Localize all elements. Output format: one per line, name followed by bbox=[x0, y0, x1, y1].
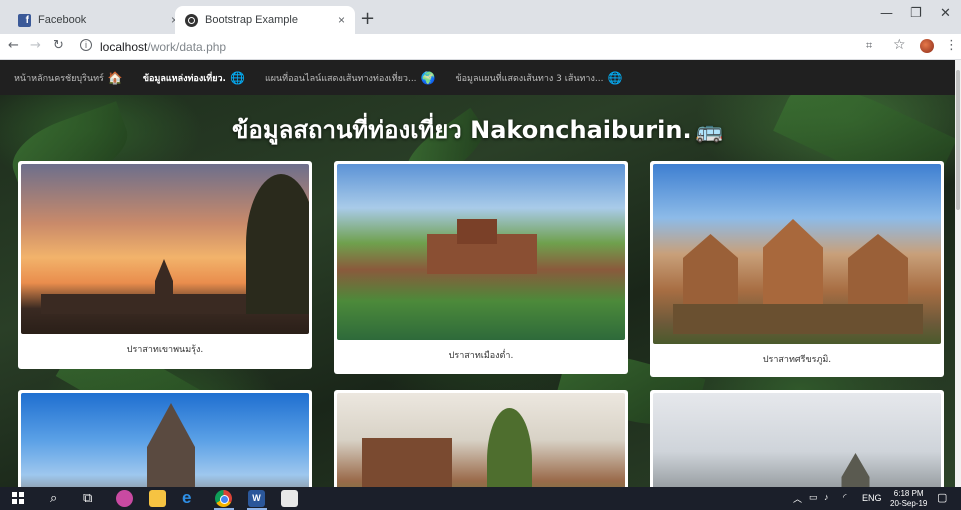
house-icon: 🏠 bbox=[107, 70, 123, 85]
nav-item-online-map[interactable]: แผนที่ออนไลน์แสดงเส้นทางท่องเที่ยว... 🌍 bbox=[265, 71, 436, 85]
language-indicator[interactable]: ENG bbox=[862, 493, 882, 503]
notepad-app-icon[interactable] bbox=[281, 490, 298, 507]
attraction-photo bbox=[653, 393, 941, 487]
restore-icon[interactable]: ❐ bbox=[910, 6, 922, 21]
nav-item-label: หน้าหลักนครชัยบุรินทร์ bbox=[14, 73, 104, 84]
tab-bootstrap-example[interactable]: Bootstrap Example × bbox=[175, 6, 355, 34]
nav-item-label: ข้อมูลแผนที่แสดงเส้นทาง 3 เส้นทาง... bbox=[455, 73, 604, 84]
mail-app-icon[interactable] bbox=[116, 490, 133, 507]
wifi-icon[interactable]: ◜ bbox=[843, 492, 847, 503]
minimize-icon[interactable]: — bbox=[880, 6, 893, 21]
task-view-icon[interactable]: ⧉ bbox=[83, 491, 92, 506]
nav-item-routes-map[interactable]: ข้อมูลแผนที่แสดงเส้นทาง 3 เส้นทาง... 🌐 bbox=[456, 71, 623, 85]
temple-silhouette bbox=[457, 219, 497, 244]
globe-icon: 🌐 bbox=[229, 70, 245, 85]
word-app-icon[interactable]: W bbox=[248, 490, 265, 507]
temple-silhouette bbox=[683, 234, 738, 314]
attraction-caption: ปราสาทศรีขรภูมิ. bbox=[762, 355, 832, 365]
tab-facebook[interactable]: f Facebook × bbox=[8, 6, 188, 34]
tab-title: Facebook bbox=[38, 14, 87, 26]
chrome-browser-icon[interactable] bbox=[215, 490, 232, 507]
clock-time: 6:18 PM bbox=[893, 489, 924, 498]
back-arrow-icon[interactable]: ← bbox=[8, 38, 19, 53]
windows-taskbar: ⌕ ⧉ e W ︿ ▭ ♪ ◜ ENG 6:18 PM 20-Sep-19 ▢ bbox=[0, 487, 961, 510]
attraction-photo bbox=[337, 393, 625, 487]
tree-silhouette bbox=[487, 408, 532, 487]
network-icon[interactable]: ▭ bbox=[809, 492, 818, 503]
nav-item-attractions[interactable]: ข้อมูลแหล่งท่องเที่ยว. 🌐 bbox=[143, 71, 245, 85]
url-field[interactable]: localhost/work/data.php bbox=[100, 40, 226, 54]
forward-arrow-icon[interactable]: → bbox=[30, 38, 41, 53]
attraction-photo bbox=[653, 164, 941, 344]
temple-silhouette bbox=[841, 453, 870, 487]
reload-icon[interactable]: ↻ bbox=[53, 38, 64, 53]
address-bar-row: ← → ↻ i localhost/work/data.php ⌗ ☆ ⋮ bbox=[0, 34, 961, 60]
nav-item-label: แผนที่ออนไลน์แสดงเส้นทางท่องเที่ยว... bbox=[264, 73, 417, 84]
nav-item-label: ข้อมูลแหล่งท่องเที่ยว. bbox=[142, 73, 226, 84]
site-navbar: หน้าหลักนครชัยบุรินทร์ 🏠 ข้อมูลแหล่งท่อง… bbox=[0, 60, 955, 95]
attraction-card[interactable] bbox=[18, 390, 312, 487]
clock[interactable]: 6:18 PM 20-Sep-19 bbox=[890, 489, 927, 509]
attraction-card[interactable]: ปราสาทเขาพนมรุ้ง. bbox=[18, 161, 312, 369]
attraction-card[interactable] bbox=[334, 390, 628, 487]
notification-icon[interactable]: ▢ bbox=[937, 491, 947, 504]
url-path: /work/data.php bbox=[147, 40, 227, 54]
info-icon[interactable]: i bbox=[80, 39, 92, 51]
temple-silhouette bbox=[147, 403, 195, 487]
new-tab-button[interactable]: + bbox=[360, 8, 375, 29]
temple-silhouette bbox=[673, 304, 923, 334]
page-title-text: ข้อมูลสถานที่ท่องเที่ยว Nakonchaiburin. bbox=[232, 116, 692, 144]
earth-icon: 🌍 bbox=[420, 70, 436, 85]
profile-avatar-icon[interactable] bbox=[920, 39, 934, 53]
search-icon[interactable]: ⌕ bbox=[50, 491, 57, 506]
page-title: ข้อมูลสถานที่ท่องเที่ยว Nakonchaiburin. 🚌 bbox=[0, 110, 955, 149]
file-explorer-icon[interactable] bbox=[149, 490, 166, 507]
close-icon[interactable]: × bbox=[338, 13, 345, 27]
browser-tabstrip: f Facebook × Bootstrap Example × + — ❐ ✕ bbox=[0, 0, 961, 34]
tab-title: Bootstrap Example bbox=[205, 14, 298, 26]
bookmark-star-icon[interactable]: ☆ bbox=[893, 37, 906, 53]
window-close-icon[interactable]: ✕ bbox=[940, 6, 951, 21]
translate-icon[interactable]: ⌗ bbox=[866, 39, 872, 53]
url-host: localhost bbox=[100, 40, 148, 54]
temple-silhouette bbox=[848, 234, 908, 314]
scrollbar-thumb[interactable] bbox=[956, 70, 960, 210]
page-viewport: หน้าหลักนครชัยบุรินทร์ 🏠 ข้อมูลแหล่งท่อง… bbox=[0, 60, 955, 487]
attraction-card[interactable]: ปราสาทเมืองต่ำ. bbox=[334, 161, 628, 374]
bootstrap-icon bbox=[185, 13, 198, 27]
bus-icon: 🚌 bbox=[695, 119, 723, 144]
attraction-photo bbox=[21, 393, 309, 487]
more-menu-icon[interactable]: ⋮ bbox=[945, 38, 958, 53]
volume-icon[interactable]: ♪ bbox=[824, 492, 829, 502]
attraction-photo bbox=[337, 164, 625, 340]
attraction-caption: ปราสาทเมืองต่ำ. bbox=[448, 351, 514, 361]
temple-silhouette bbox=[362, 438, 452, 487]
facebook-icon: f bbox=[18, 13, 31, 27]
attraction-card[interactable]: ปราสาทศรีขรภูมิ. bbox=[650, 161, 944, 377]
clock-date: 20-Sep-19 bbox=[890, 499, 928, 508]
attraction-photo bbox=[21, 164, 309, 334]
windows-start-icon[interactable] bbox=[12, 492, 24, 504]
globe-icon: 🌐 bbox=[607, 70, 623, 85]
attraction-caption: ปราสาทเขาพนมรุ้ง. bbox=[126, 345, 204, 355]
tree-silhouette bbox=[246, 174, 309, 314]
temple-silhouette bbox=[763, 219, 823, 314]
attraction-card[interactable] bbox=[650, 390, 944, 487]
edge-browser-icon[interactable]: e bbox=[182, 488, 199, 507]
page-scrollbar[interactable] bbox=[955, 60, 961, 487]
nav-item-home[interactable]: หน้าหลักนครชัยบุรินทร์ 🏠 bbox=[14, 71, 123, 85]
chevron-up-icon[interactable]: ︿ bbox=[793, 492, 802, 505]
